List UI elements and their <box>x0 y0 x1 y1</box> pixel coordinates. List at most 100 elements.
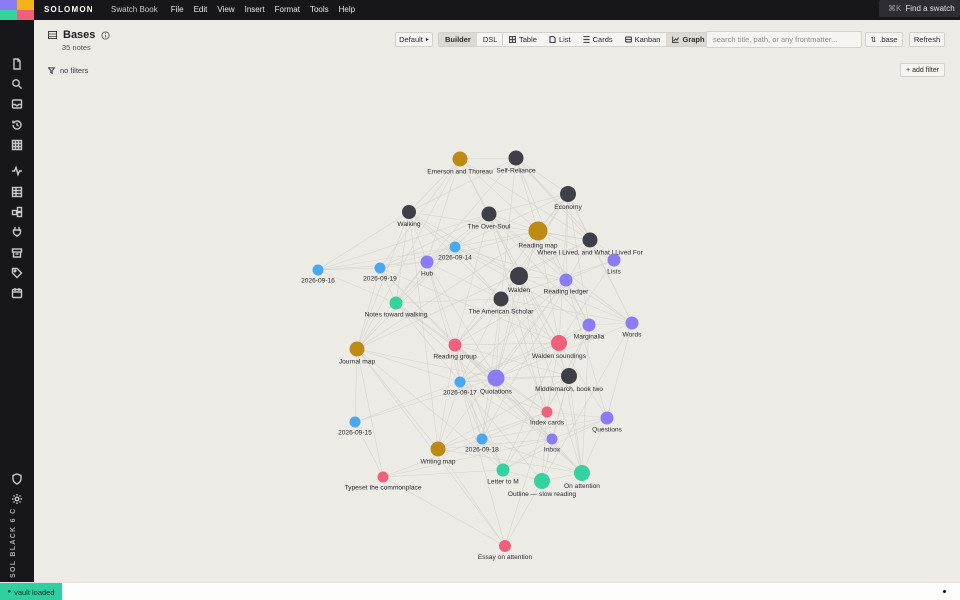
logo-tile <box>17 0 34 10</box>
tag-icon[interactable] <box>9 265 25 281</box>
graph-node-dot[interactable] <box>607 253 621 267</box>
graph-node-dot[interactable] <box>625 316 639 330</box>
graph-node-dot[interactable] <box>476 433 488 445</box>
graph-node-dot[interactable] <box>452 151 468 167</box>
graph-node-dot[interactable] <box>600 411 614 425</box>
graph-node-dot[interactable] <box>574 465 590 481</box>
search-input[interactable] <box>706 31 862 48</box>
graph-node-questions[interactable]: Questions <box>592 411 623 434</box>
archive-icon[interactable] <box>9 245 25 261</box>
search-icon[interactable] <box>9 76 25 92</box>
graph-node-dot[interactable] <box>560 186 576 202</box>
preset-dropdown[interactable]: Default ▸ <box>395 32 433 47</box>
shield-icon[interactable] <box>9 471 25 487</box>
graph-node-walking[interactable]: Walking <box>397 205 421 228</box>
gear-icon[interactable] <box>9 491 25 507</box>
graph-node-dot[interactable] <box>349 416 361 428</box>
menu-swatch-book[interactable]: Swatch Book <box>111 5 163 14</box>
graph-node-dot[interactable] <box>377 471 389 483</box>
graph-node-letter[interactable]: Letter to M <box>487 463 519 486</box>
graph-node-dot[interactable] <box>349 341 365 357</box>
find-shortcut: ⌘K <box>888 4 902 13</box>
graph-node-label: Outline — slow reading <box>508 491 577 498</box>
graph-node-label: Walden <box>508 287 530 294</box>
tab-list[interactable]: List <box>543 33 577 46</box>
graph-node-emerson[interactable]: Emerson and Thoreau <box>427 151 493 176</box>
find-swatch-button[interactable]: ⌘K Find a swatch <box>879 0 960 17</box>
menu-tools[interactable]: Tools <box>305 5 334 14</box>
graph-node-indexcards[interactable]: Index cards <box>530 406 565 427</box>
menu-format[interactable]: Format <box>270 5 305 14</box>
graph-node-self[interactable]: Self-Reliance <box>496 150 536 175</box>
graph-node-dot[interactable] <box>487 369 505 387</box>
preset-label: Default <box>399 35 423 44</box>
graph-node-dot[interactable] <box>449 241 461 253</box>
graph-node-dot[interactable] <box>430 441 446 457</box>
graph-node-writingmap[interactable]: Writing map <box>420 441 456 466</box>
graph-node-dot[interactable] <box>561 368 577 384</box>
graph-canvas[interactable]: Emerson and Thoreau Self-Reliance Economy W… <box>34 20 960 582</box>
cards-icon <box>583 36 590 43</box>
graph-node-dot[interactable] <box>546 433 558 445</box>
builder-mode-button[interactable]: Builder <box>439 33 477 46</box>
file-icon[interactable] <box>9 56 25 72</box>
graph-node-dot[interactable] <box>493 291 509 307</box>
tab-graph[interactable]: Graph <box>666 33 711 46</box>
info-icon[interactable] <box>101 30 110 40</box>
graph-node-lists[interactable]: Lists <box>607 253 621 276</box>
calendar-icon[interactable] <box>9 285 25 301</box>
refresh-button[interactable]: Refresh <box>909 32 945 47</box>
blocks-icon[interactable] <box>9 204 25 220</box>
base-file-button[interactable]: ⇅ .base <box>865 32 903 47</box>
graph-node-dot[interactable] <box>541 406 553 418</box>
graph-node-dot[interactable] <box>528 221 548 241</box>
tab-cards[interactable]: Cards <box>577 33 619 46</box>
graph-node-hub[interactable]: Hub <box>420 255 434 278</box>
add-filter-button[interactable]: + add filter <box>900 63 945 77</box>
table-icon[interactable] <box>9 184 25 200</box>
graph-node-dot[interactable] <box>496 463 510 477</box>
graph-node-essay[interactable]: Essay on attention <box>478 540 533 561</box>
dsl-mode-button[interactable]: DSL <box>477 33 504 46</box>
graph-node-walden[interactable]: Walden <box>508 267 530 294</box>
grid-icon[interactable] <box>9 137 25 153</box>
graph-node-journal[interactable]: Journal map <box>339 341 376 366</box>
graph-node-readingmap[interactable]: Reading map <box>518 221 558 250</box>
graph-node-dot[interactable] <box>374 262 386 274</box>
graph-node-dot[interactable] <box>402 205 416 219</box>
tab-kanban[interactable]: Kanban <box>619 33 667 46</box>
graph-node-d16[interactable]: 2026-09-16 <box>301 264 335 285</box>
graph-node-dot[interactable] <box>312 264 324 276</box>
graph-node-dot[interactable] <box>559 273 573 287</box>
menu-edit[interactable]: Edit <box>189 5 213 14</box>
graph-node-d19[interactable]: 2026-09-19 <box>363 262 397 283</box>
menu-help[interactable]: Help <box>334 5 360 14</box>
tab-table[interactable]: Table <box>503 33 543 46</box>
plug-icon[interactable] <box>9 224 25 240</box>
graph-node-label: Inbox <box>544 447 561 454</box>
status-bar: ● vault loaded <box>0 582 960 600</box>
graph-node-dot[interactable] <box>551 335 567 351</box>
graph-node-dot[interactable] <box>448 338 462 352</box>
menu-file[interactable]: File <box>166 5 189 14</box>
graph-node-dot[interactable] <box>510 267 528 285</box>
graph-node-label: Journal map <box>339 359 376 366</box>
graph-node-dot[interactable] <box>534 473 550 489</box>
graph-node-dot[interactable] <box>582 318 596 332</box>
graph-node-dot[interactable] <box>582 232 598 248</box>
history-icon[interactable] <box>9 117 25 133</box>
logo-tile <box>17 10 34 20</box>
menu-insert[interactable]: Insert <box>240 5 270 14</box>
graph-node-dot[interactable] <box>499 540 511 552</box>
graph-node-dot[interactable] <box>454 376 466 388</box>
graph-node-dot[interactable] <box>508 150 524 166</box>
graph-node-typeset[interactable]: Typeset the commonplace <box>345 471 422 492</box>
graph-node-dot[interactable] <box>420 255 434 269</box>
graph-node-dot[interactable] <box>481 206 497 222</box>
graph-node-words[interactable]: Words <box>623 316 643 339</box>
graph-node-d15[interactable]: 2026-09-15 <box>338 416 372 437</box>
menu-view[interactable]: View <box>212 5 239 14</box>
graph-node-dot[interactable] <box>389 296 403 310</box>
activity-icon[interactable] <box>9 163 25 179</box>
inbox-icon[interactable] <box>9 96 25 112</box>
